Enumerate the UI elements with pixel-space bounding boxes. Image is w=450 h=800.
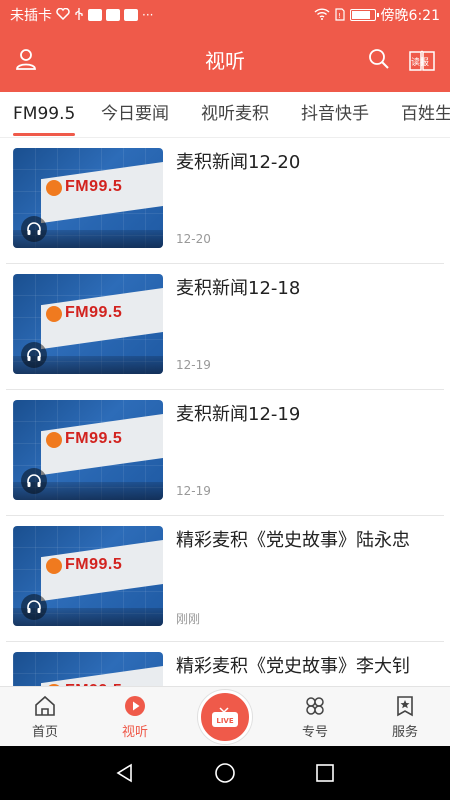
- system-nav-bar: [0, 746, 450, 800]
- tab-today-news[interactable]: 今日要闻: [101, 92, 169, 137]
- item-thumbnail: FM99.5: [13, 274, 163, 374]
- item-title: 精彩麦积《党史故事》李大钊: [176, 656, 410, 677]
- status-right: ! 傍晚6:21: [314, 5, 440, 25]
- nav-home[interactable]: 首页: [0, 687, 90, 747]
- nav-special[interactable]: 专号: [270, 687, 360, 747]
- usb-icon: [74, 7, 84, 23]
- app-badge-icon: [88, 9, 102, 21]
- flower-icon: [304, 695, 326, 717]
- battery-fill: [351, 11, 370, 19]
- newspaper-read-icon: 读报: [409, 50, 435, 71]
- list-item[interactable]: FM99.5 麦积新闻12-20 12-20: [0, 138, 450, 264]
- tab-fm995[interactable]: FM99.5: [13, 92, 75, 137]
- item-title: 麦积新闻12-19: [176, 404, 301, 425]
- more-icon: ···: [142, 8, 154, 22]
- thumb-logo-text: FM99.5: [65, 556, 123, 573]
- home-circle-icon[interactable]: [213, 761, 237, 785]
- active-tab-indicator: [13, 133, 75, 136]
- item-thumbnail: FM99.5: [13, 526, 163, 626]
- thumb-logo-text: FM99.5: [65, 178, 123, 195]
- station-logo-icon: [46, 306, 62, 322]
- item-title: 麦积新闻12-20: [176, 152, 301, 173]
- tab-douyin-kuaishou[interactable]: 抖音快手: [301, 92, 369, 137]
- carrier-text: 未插卡: [10, 8, 52, 24]
- category-tabs: FM99.5 今日要闻 视听麦积 抖音快手 百姓生: [0, 92, 450, 138]
- nav-home-label: 首页: [31, 725, 58, 740]
- list-item[interactable]: FM99.5 麦积新闻12-19 12-19: [0, 390, 450, 516]
- thumb-logo-text: FM99.5: [65, 430, 123, 447]
- app-badge-icon: [106, 9, 120, 21]
- item-time: 12-19: [176, 358, 211, 372]
- live-button[interactable]: LIVE: [198, 690, 252, 744]
- recents-square-icon[interactable]: [313, 761, 337, 785]
- app-badge-icon: [124, 9, 138, 21]
- list-item[interactable]: FM99.5 麦积新闻12-18 12-19: [0, 264, 450, 390]
- wifi-icon: [314, 8, 330, 22]
- thumb-logo-text: FM99.5: [65, 304, 123, 321]
- battery-icon: [349, 9, 379, 21]
- list-item[interactable]: FM99.5 精彩麦积《党史故事》李大钊: [0, 642, 450, 686]
- station-logo-icon: [46, 180, 62, 196]
- station-logo-icon: [46, 558, 62, 574]
- headphones-icon: [21, 594, 47, 620]
- headphones-icon: [21, 468, 47, 494]
- search-icon: [367, 47, 391, 75]
- nav-services-label: 服务: [391, 725, 418, 740]
- svg-text:!: !: [338, 12, 341, 20]
- news-list: FM99.5 麦积新闻12-20 12-20 FM99.5 麦积新闻12-18 …: [0, 138, 450, 686]
- nav-video-audio[interactable]: 视听: [90, 687, 180, 747]
- tab-maiji-video[interactable]: 视听麦积: [201, 92, 269, 137]
- nav-special-label: 专号: [301, 725, 328, 740]
- back-triangle-icon[interactable]: [113, 761, 137, 785]
- play-circle-icon: [124, 695, 146, 717]
- item-thumbnail: FM99.5: [13, 148, 163, 248]
- item-thumbnail: FM99.5: [13, 400, 163, 500]
- home-icon: [34, 695, 56, 717]
- heart-icon: [56, 7, 70, 22]
- item-title: 精彩麦积《党史故事》陆永忠: [176, 530, 410, 551]
- item-time: 12-20: [176, 232, 211, 246]
- headphones-icon: [21, 342, 47, 368]
- read-newspaper-button[interactable]: 读报: [408, 47, 436, 75]
- clock-text: 傍晚6:21: [380, 8, 440, 24]
- item-time: 刚刚: [176, 612, 201, 626]
- item-title: 麦积新闻12-18: [176, 278, 301, 299]
- bookmark-star-icon: [394, 695, 416, 717]
- nav-video-audio-label: 视听: [121, 725, 148, 740]
- live-label: LIVE: [216, 717, 233, 725]
- list-item[interactable]: FM99.5 精彩麦积《党史故事》陆永忠 刚刚: [0, 516, 450, 642]
- tab-people-life[interactable]: 百姓生: [401, 92, 450, 137]
- app-header: 视听 读报: [0, 30, 450, 92]
- live-tv-icon: LIVE: [212, 707, 238, 727]
- item-time: 12-19: [176, 484, 211, 498]
- headphones-icon: [21, 216, 47, 242]
- status-bar: 未插卡 ··· ! 傍晚6:21: [0, 0, 450, 30]
- item-thumbnail: FM99.5: [13, 652, 163, 686]
- nav-services[interactable]: 服务: [360, 687, 450, 747]
- read-label: 读报: [411, 56, 429, 68]
- sim-icon: !: [334, 7, 345, 23]
- status-left: 未插卡 ···: [10, 5, 153, 25]
- station-logo-icon: [46, 432, 62, 448]
- search-button[interactable]: [365, 47, 393, 75]
